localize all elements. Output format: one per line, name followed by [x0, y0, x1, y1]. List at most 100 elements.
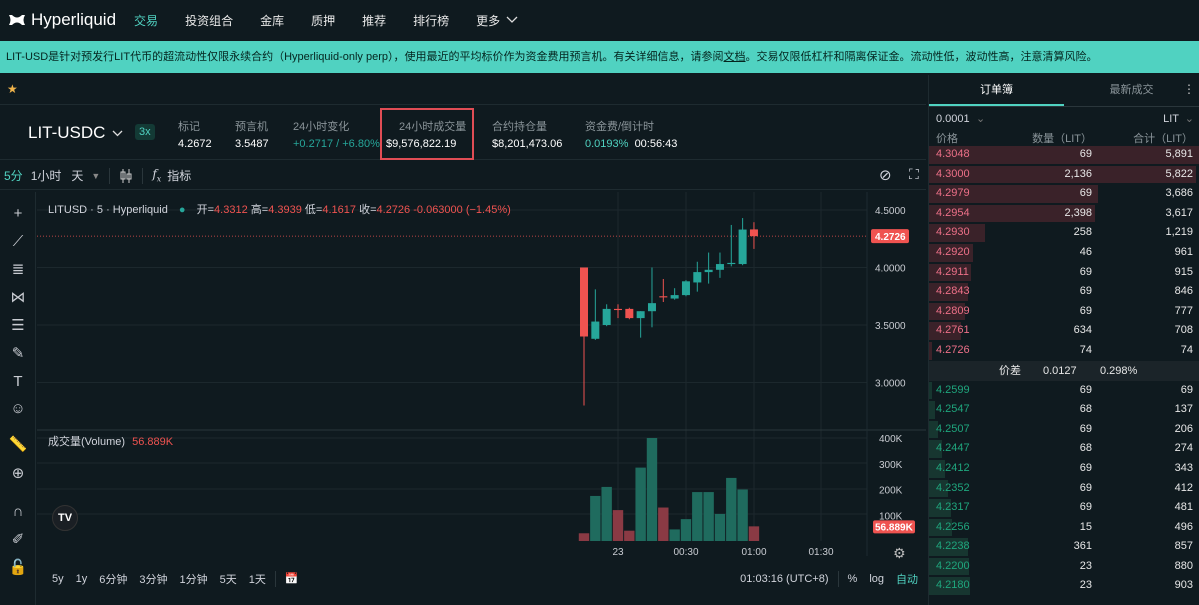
range-1m[interactable]: 1分钟 — [180, 571, 208, 587]
volume-bar[interactable] — [635, 467, 646, 541]
candle-body[interactable] — [591, 321, 600, 339]
candle-type-icon[interactable] — [119, 168, 133, 184]
volume-bar[interactable] — [624, 530, 635, 541]
candle-body[interactable] — [580, 267, 588, 337]
ask-row[interactable]: 4.2843 69 846 — [929, 282, 1199, 302]
volume-bar[interactable] — [612, 510, 624, 541]
chevron-down-icon[interactable]: ▼ — [91, 171, 100, 181]
auto-toggle[interactable]: 自动 — [896, 571, 918, 587]
more-icon[interactable]: ⋮ — [1183, 82, 1195, 96]
fib-tool-icon[interactable]: ☰ — [8, 316, 28, 336]
bid-row[interactable]: 4.2352 69 412 — [929, 479, 1199, 499]
bid-row[interactable]: 4.2238 361 857 — [929, 537, 1199, 557]
brand-logo[interactable]: Hyperliquid — [8, 10, 116, 30]
bid-row[interactable]: 4.2507 69 206 — [929, 420, 1199, 440]
interval-1d[interactable]: 天 — [71, 167, 83, 184]
chevron-down-icon[interactable]: ⌄ — [1185, 112, 1194, 125]
volume-bar[interactable] — [726, 477, 737, 541]
candle-body[interactable] — [704, 269, 713, 273]
tab-trades[interactable]: 最新成交 — [1064, 75, 1199, 106]
candle-body[interactable] — [659, 296, 668, 298]
tick-size-select[interactable]: 0.0001 — [936, 113, 970, 125]
docs-link[interactable]: 文档 — [724, 51, 746, 63]
log-toggle[interactable]: log — [869, 573, 884, 585]
bid-row[interactable]: 4.2256 15 496 — [929, 518, 1199, 538]
ask-row[interactable]: 4.2954 2,398 3,617 — [929, 204, 1199, 224]
unit-select[interactable]: LIT — [1163, 113, 1179, 125]
range-3m[interactable]: 3分钟 — [139, 571, 167, 587]
volume-bar[interactable] — [680, 519, 692, 541]
trend-line-icon[interactable]: ⟋ — [8, 232, 28, 252]
pattern-icon[interactable]: ⋈ — [8, 288, 28, 308]
bid-row[interactable]: 4.2180 23 903 — [929, 576, 1199, 596]
percent-toggle[interactable]: % — [848, 573, 858, 585]
range-6m[interactable]: 6分钟 — [99, 571, 127, 587]
crosshair-icon[interactable]: + — [8, 204, 28, 224]
lock-drawings-icon[interactable]: ✐ — [8, 530, 28, 550]
pair-selector[interactable]: LIT-USDC — [28, 123, 105, 143]
range-1d[interactable]: 1天 — [249, 571, 266, 587]
candle-body[interactable] — [715, 264, 724, 270]
bid-row[interactable]: 4.2547 68 137 — [929, 400, 1199, 420]
text-icon[interactable]: T — [8, 372, 28, 392]
price-chart[interactable]: 4.5000 4.0000 3.5000 3.0000 4.2726 400K 300K 20… — [37, 192, 926, 592]
calendar-goto-icon[interactable]: 📅 — [285, 572, 299, 585]
candle-body[interactable] — [738, 229, 747, 265]
nav-more[interactable]: 更多 — [476, 12, 500, 29]
interval-5m[interactable]: 5分 — [4, 167, 23, 184]
interval-1h[interactable]: 1小时 — [31, 167, 62, 184]
magnet-icon[interactable]: ∩ — [8, 502, 28, 522]
tradingview-logo[interactable]: TV — [52, 505, 78, 531]
brush-icon[interactable]: ✎ — [8, 344, 28, 364]
volume-bar[interactable] — [590, 495, 601, 541]
chevron-down-icon[interactable] — [506, 16, 518, 24]
ruler-icon[interactable]: 📏 — [8, 435, 28, 455]
lock-icon[interactable]: 🔓 — [8, 558, 28, 578]
settings-gear-icon[interactable]: ⚙ — [893, 545, 906, 562]
emoji-icon[interactable]: ☺ — [8, 399, 28, 419]
ask-row[interactable]: 4.2930 258 1,219 — [929, 223, 1199, 243]
ask-row[interactable]: 4.2911 69 915 — [929, 263, 1199, 283]
ask-row[interactable]: 4.2809 69 777 — [929, 302, 1199, 322]
nav-trade[interactable]: 交易 — [134, 12, 158, 29]
candle-body[interactable] — [647, 303, 656, 312]
candle-body[interactable] — [670, 295, 679, 299]
volume-bar[interactable] — [703, 492, 714, 541]
star-icon[interactable]: ★ — [7, 82, 18, 96]
indicators-icon[interactable]: fx — [152, 167, 161, 183]
range-1y[interactable]: 1y — [76, 573, 88, 585]
volume-bar[interactable] — [658, 507, 669, 541]
bid-row[interactable]: 4.2317 69 481 — [929, 498, 1199, 518]
volume-bar[interactable] — [714, 513, 726, 541]
nav-vaults[interactable]: 金库 — [260, 12, 284, 29]
candle-body[interactable] — [636, 311, 645, 319]
volume-bar[interactable] — [578, 533, 590, 541]
ask-row[interactable]: 4.3048 69 5,891 — [929, 145, 1199, 165]
volume-bar[interactable] — [669, 529, 680, 541]
fullscreen-icon[interactable]: ⛶ — [909, 166, 919, 183]
volume-bar[interactable] — [646, 438, 658, 541]
indicators-button[interactable]: 指标 — [167, 167, 191, 184]
bid-row[interactable]: 4.2412 69 343 — [929, 459, 1199, 479]
volume-bar[interactable] — [601, 486, 612, 541]
nav-portfolio[interactable]: 投资组合 — [185, 12, 233, 29]
candle-body[interactable] — [727, 262, 736, 265]
volume-bar[interactable] — [692, 492, 703, 541]
zoom-in-icon[interactable]: ⊕ — [8, 464, 28, 484]
bid-row[interactable]: 4.2200 23 880 — [929, 557, 1199, 577]
candle-body[interactable] — [749, 229, 758, 237]
ask-row[interactable]: 4.2761 634 708 — [929, 321, 1199, 341]
candle-body[interactable] — [625, 308, 634, 319]
bid-row[interactable]: 4.2447 68 274 — [929, 439, 1199, 459]
candle-body[interactable] — [613, 308, 622, 311]
horizontal-lines-icon[interactable]: ≣ — [8, 260, 28, 280]
chevron-down-icon[interactable]: ⌄ — [976, 112, 985, 125]
volume-bar[interactable] — [748, 526, 760, 541]
chevron-down-icon[interactable] — [112, 130, 123, 137]
screenshot-icon[interactable]: ⊘ — [879, 166, 892, 184]
bid-row[interactable]: 4.2599 69 69 — [929, 381, 1199, 401]
range-5d[interactable]: 5天 — [220, 571, 237, 587]
ask-row[interactable]: 4.2726 74 74 — [929, 341, 1199, 361]
range-5y[interactable]: 5y — [52, 573, 64, 585]
volume-bar[interactable] — [737, 489, 748, 542]
